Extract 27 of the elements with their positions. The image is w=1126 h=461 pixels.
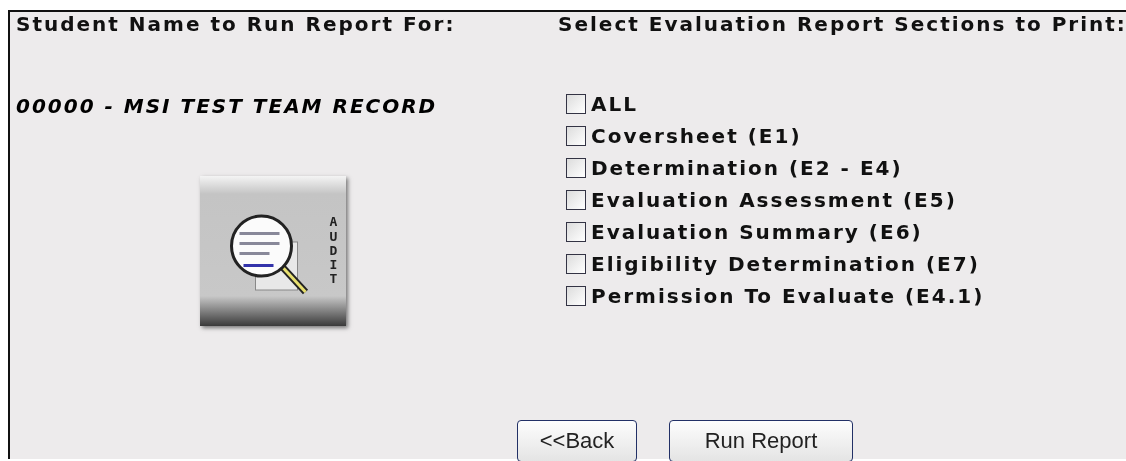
option-label: Permission To Evaluate (E4.1) (591, 284, 985, 308)
checkbox-option[interactable]: Eligibility Determination (E7) (566, 252, 1126, 276)
section-heading: Student Name to Run Report For: (16, 12, 457, 36)
option-label: Determination (E2 - E4) (591, 156, 903, 180)
section-heading: Select Evaluation Report Sections to Print: (558, 12, 1126, 36)
checkbox[interactable] (566, 190, 586, 210)
option-label: Eligibility Determination (E7) (591, 252, 980, 276)
checkbox-option[interactable]: Evaluation Summary (E6) (566, 220, 1126, 244)
back-button[interactable]: <<Back (517, 420, 637, 461)
checkbox[interactable] (566, 126, 586, 146)
checkbox[interactable] (566, 286, 586, 306)
option-label: Coversheet (E1) (591, 124, 802, 148)
option-label: Evaluation Summary (E6) (591, 220, 923, 244)
checkbox[interactable] (566, 158, 586, 178)
checkbox-option[interactable]: Coversheet (E1) (566, 124, 1126, 148)
run-report-button[interactable]: Run Report (669, 420, 853, 461)
checkbox-option[interactable]: ALL (566, 92, 1126, 116)
checkbox[interactable] (566, 94, 586, 114)
checkbox-option[interactable]: Determination (E2 - E4) (566, 156, 1126, 180)
option-label: Evaluation Assessment (E5) (591, 188, 957, 212)
checkbox-option[interactable]: Permission To Evaluate (E4.1) (566, 284, 1126, 308)
checkbox-option[interactable]: Evaluation Assessment (E5) (566, 188, 1126, 212)
checkbox[interactable] (566, 222, 586, 242)
checkbox[interactable] (566, 254, 586, 274)
audit-button[interactable]: AUDIT (200, 176, 346, 326)
option-label: ALL (591, 92, 638, 116)
student-name: 00000 - MSI TEST TEAM RECORD (16, 94, 439, 118)
